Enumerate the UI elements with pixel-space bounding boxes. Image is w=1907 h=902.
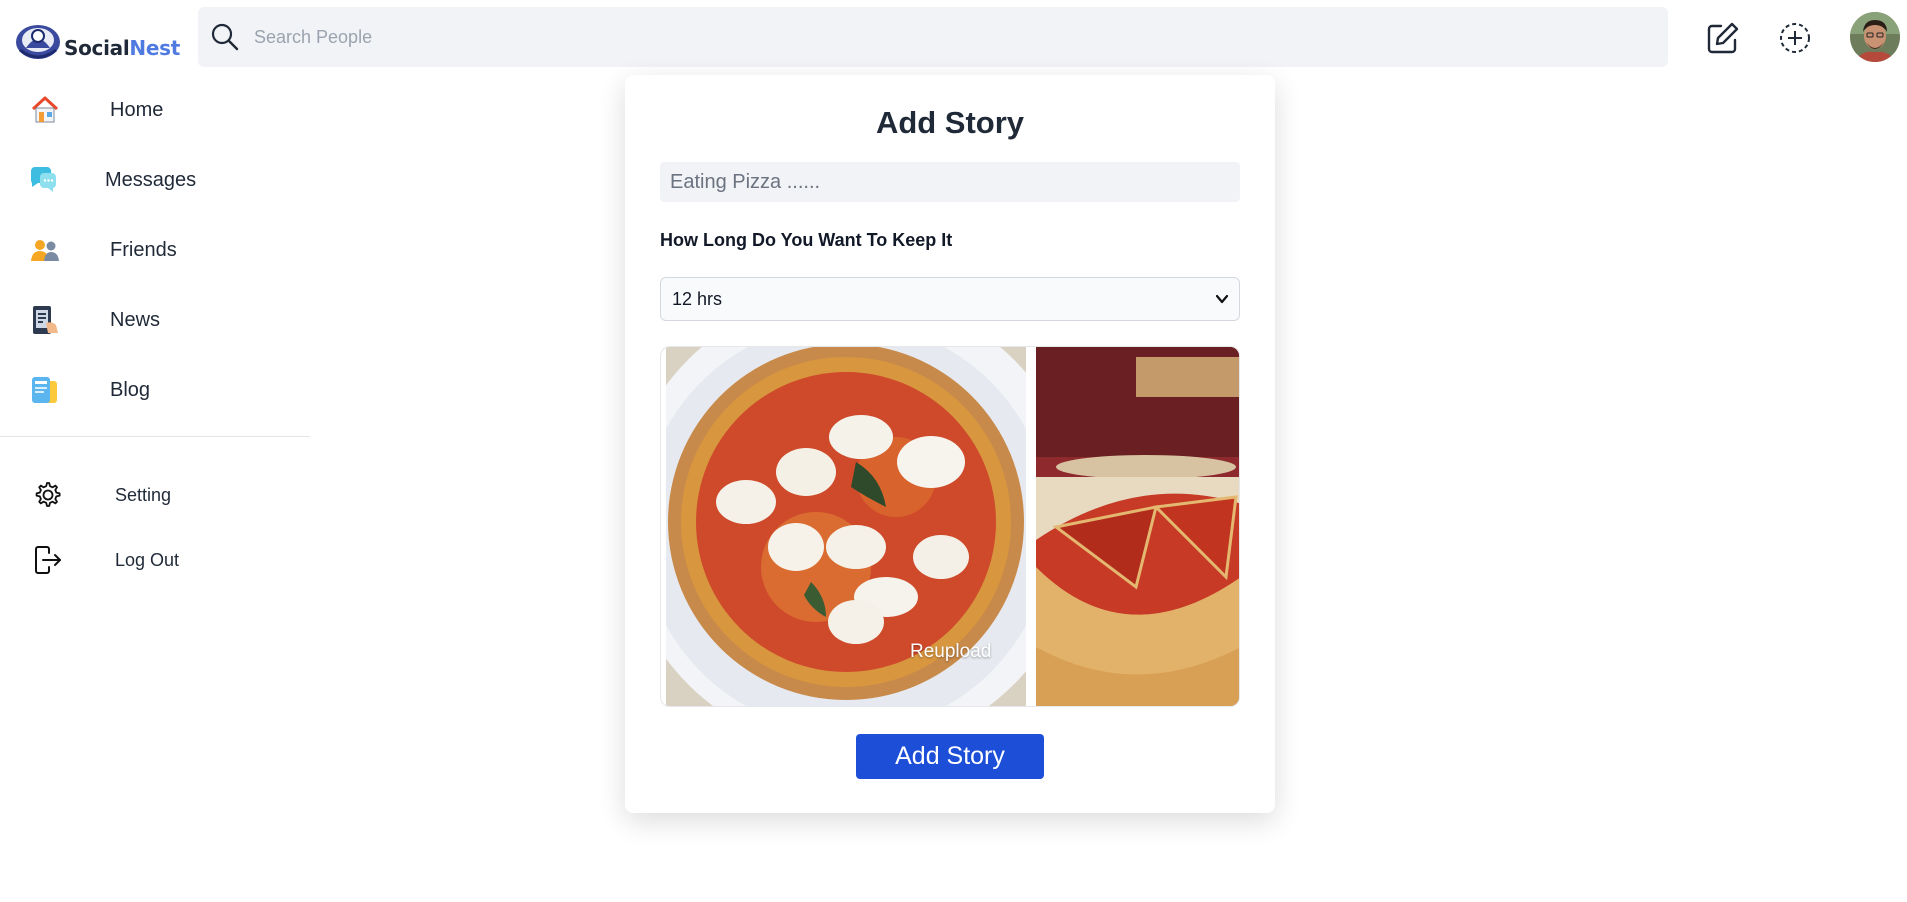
deep-dish-pizza-image	[1036, 347, 1239, 706]
news-icon	[33, 306, 58, 334]
duration-label: How Long Do You Want To Keep It	[660, 230, 953, 250]
sidebar-item-logout[interactable]: Log Out	[0, 530, 310, 590]
sidebar-item-messages[interactable]: Messages	[0, 150, 310, 210]
logo-icon	[16, 25, 60, 59]
duration-select[interactable]: 12 hrs	[660, 277, 1240, 321]
sidebar-item-label: News	[110, 308, 161, 331]
logout-icon	[35, 546, 61, 574]
logo-text-social: Social	[64, 36, 130, 60]
sidebar-item-setting[interactable]: Setting	[0, 465, 310, 525]
user-avatar[interactable]	[1850, 12, 1900, 62]
gear-icon	[35, 482, 61, 507]
search-icon[interactable]	[210, 22, 240, 52]
reupload-button[interactable]: Reupload	[910, 641, 991, 663]
sidebar-item-news[interactable]: News	[0, 290, 310, 350]
sidebar-item-label: Setting	[115, 484, 172, 505]
top-bar: SocialNest	[0, 0, 1907, 75]
story-image-preview: Reupload	[660, 346, 1240, 707]
sidebar-item-label: Friends	[110, 238, 177, 261]
add-story-card: Add Story How Long Do You Want To Keep I…	[625, 75, 1275, 813]
friends-icon	[31, 240, 59, 261]
add-circle-icon[interactable]	[1777, 20, 1813, 56]
sidebar-divider	[0, 436, 310, 437]
sidebar-item-blog[interactable]: Blog	[0, 360, 310, 420]
duration-selected-value: 12 hrs	[672, 288, 723, 309]
avatar-image	[1850, 12, 1900, 62]
story-text-input[interactable]	[660, 162, 1240, 202]
sidebar-item-label: Log Out	[115, 549, 180, 570]
sidebar-item-friends[interactable]: Friends	[0, 220, 310, 280]
messages-icon	[30, 167, 57, 192]
sidebar-item-label: Blog	[110, 378, 151, 401]
add-story-button[interactable]: Add Story	[856, 734, 1044, 779]
blog-icon	[32, 377, 57, 403]
home-icon	[31, 96, 59, 123]
search-bar	[198, 7, 1668, 67]
logo-text: SocialNest	[64, 36, 180, 60]
sidebar-item-home[interactable]: Home	[0, 80, 310, 140]
card-title: Add Story	[875, 105, 1025, 140]
edit-icon[interactable]	[1705, 20, 1741, 56]
sidebar-item-label: Home	[110, 98, 164, 121]
search-input[interactable]	[254, 26, 1554, 48]
logo-text-nest: Nest	[129, 36, 180, 60]
logo[interactable]: SocialNest	[14, 20, 180, 62]
sidebar-item-label: Messages	[105, 168, 197, 191]
chevron-down-icon	[1215, 294, 1229, 304]
